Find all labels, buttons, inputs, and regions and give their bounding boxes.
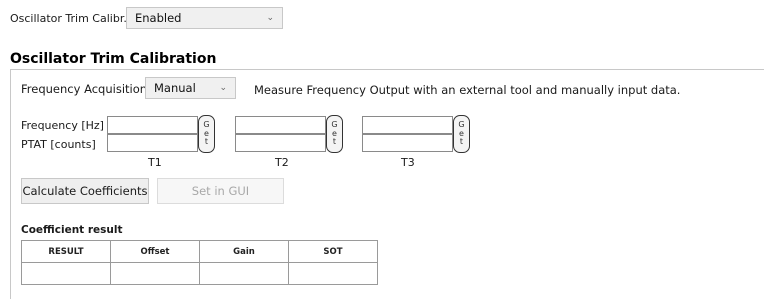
frequency-input-t3[interactable] <box>362 116 453 134</box>
frequency-label: Frequency [Hz] <box>21 119 104 132</box>
ptat-input-t2[interactable] <box>235 134 326 152</box>
offset-cell <box>110 262 200 285</box>
ptat-input-t3[interactable] <box>362 134 453 152</box>
column-header-gain: Gain <box>199 240 289 263</box>
gain-cell <box>199 262 289 285</box>
oscillator-trim-select[interactable]: Enabled ⌄ <box>126 7 283 29</box>
frequency-input-t1[interactable] <box>107 116 198 134</box>
coefficient-result-title: Coefficient result <box>21 224 123 236</box>
ptat-label: PTAT [counts] <box>21 138 96 151</box>
get-button-t3[interactable]: G e t <box>453 115 470 153</box>
frequency-acquisition-select-value: Manual <box>154 81 196 95</box>
calculate-coefficients-button[interactable]: Calculate Coefficients <box>21 178 149 204</box>
ptat-input-t1[interactable] <box>107 134 198 152</box>
frequency-acquisition-description: Measure Frequency Output with an externa… <box>254 83 681 97</box>
sot-cell <box>288 262 378 285</box>
get-button-t2[interactable]: G e t <box>326 115 343 153</box>
frequency-input-t2[interactable] <box>235 116 326 134</box>
column-header-sot: SOT <box>288 240 378 263</box>
table-row <box>21 262 378 285</box>
chevron-down-icon: ⌄ <box>219 83 227 93</box>
column-label-t2: T2 <box>275 156 289 169</box>
group-title: Oscillator Trim Calibration <box>10 51 217 67</box>
coefficient-result-table: RESULT Offset Gain SOT <box>21 240 378 285</box>
result-cell <box>21 262 111 285</box>
get-button-t1[interactable]: G e t <box>198 115 215 153</box>
table-header-row: RESULT Offset Gain SOT <box>21 240 378 263</box>
chevron-down-icon: ⌄ <box>266 13 274 23</box>
set-in-gui-button[interactable]: Set in GUI <box>157 178 284 204</box>
column-header-result: RESULT <box>21 240 111 263</box>
column-label-t1: T1 <box>148 156 162 169</box>
column-label-t3: T3 <box>401 156 415 169</box>
oscillator-trim-select-value: Enabled <box>135 11 182 25</box>
column-header-offset: Offset <box>110 240 200 263</box>
frequency-acquisition-select[interactable]: Manual ⌄ <box>145 77 236 99</box>
frequency-acquisition-label: Frequency Acquisition <box>21 82 148 96</box>
oscillator-trim-label: Oscillator Trim Calibr. <box>10 12 127 25</box>
